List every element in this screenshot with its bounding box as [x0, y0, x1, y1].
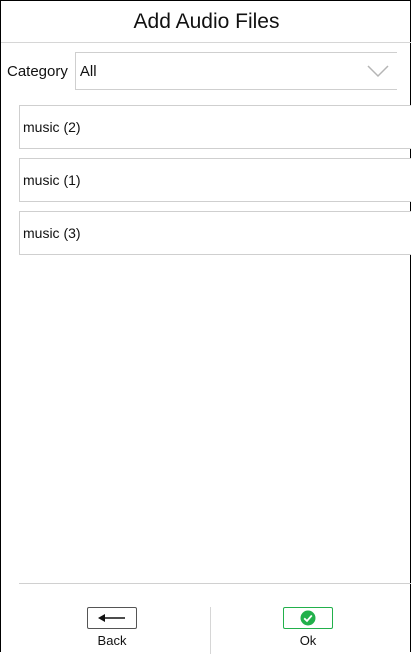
list-item[interactable]: music (2): [19, 105, 411, 149]
chevron-down-icon: [367, 65, 389, 78]
category-label: Category: [7, 62, 68, 80]
ok-button-box: [283, 607, 333, 629]
back-label: Back: [97, 633, 127, 648]
footer-bar: Back Ok: [1, 597, 411, 654]
ok-label: Ok: [299, 633, 317, 648]
audio-file-list: music (2) music (1) music (3): [19, 105, 411, 264]
ok-button[interactable]: Ok: [278, 607, 338, 648]
category-select[interactable]: All: [74, 52, 397, 90]
app-frame: Add Audio Files Category All music (2) m…: [0, 0, 411, 654]
category-selected-value: All: [79, 62, 97, 80]
divider: [19, 583, 411, 584]
list-item[interactable]: music (3): [19, 211, 411, 255]
check-circle-icon: [300, 610, 316, 626]
arrow-left-icon: [98, 614, 125, 622]
category-filter: Category All: [7, 51, 411, 91]
list-item[interactable]: music (1): [19, 158, 411, 202]
footer-separator: [210, 607, 211, 654]
back-button[interactable]: Back: [82, 607, 142, 648]
back-button-box: [87, 607, 137, 629]
page-title: Add Audio Files: [1, 1, 411, 43]
